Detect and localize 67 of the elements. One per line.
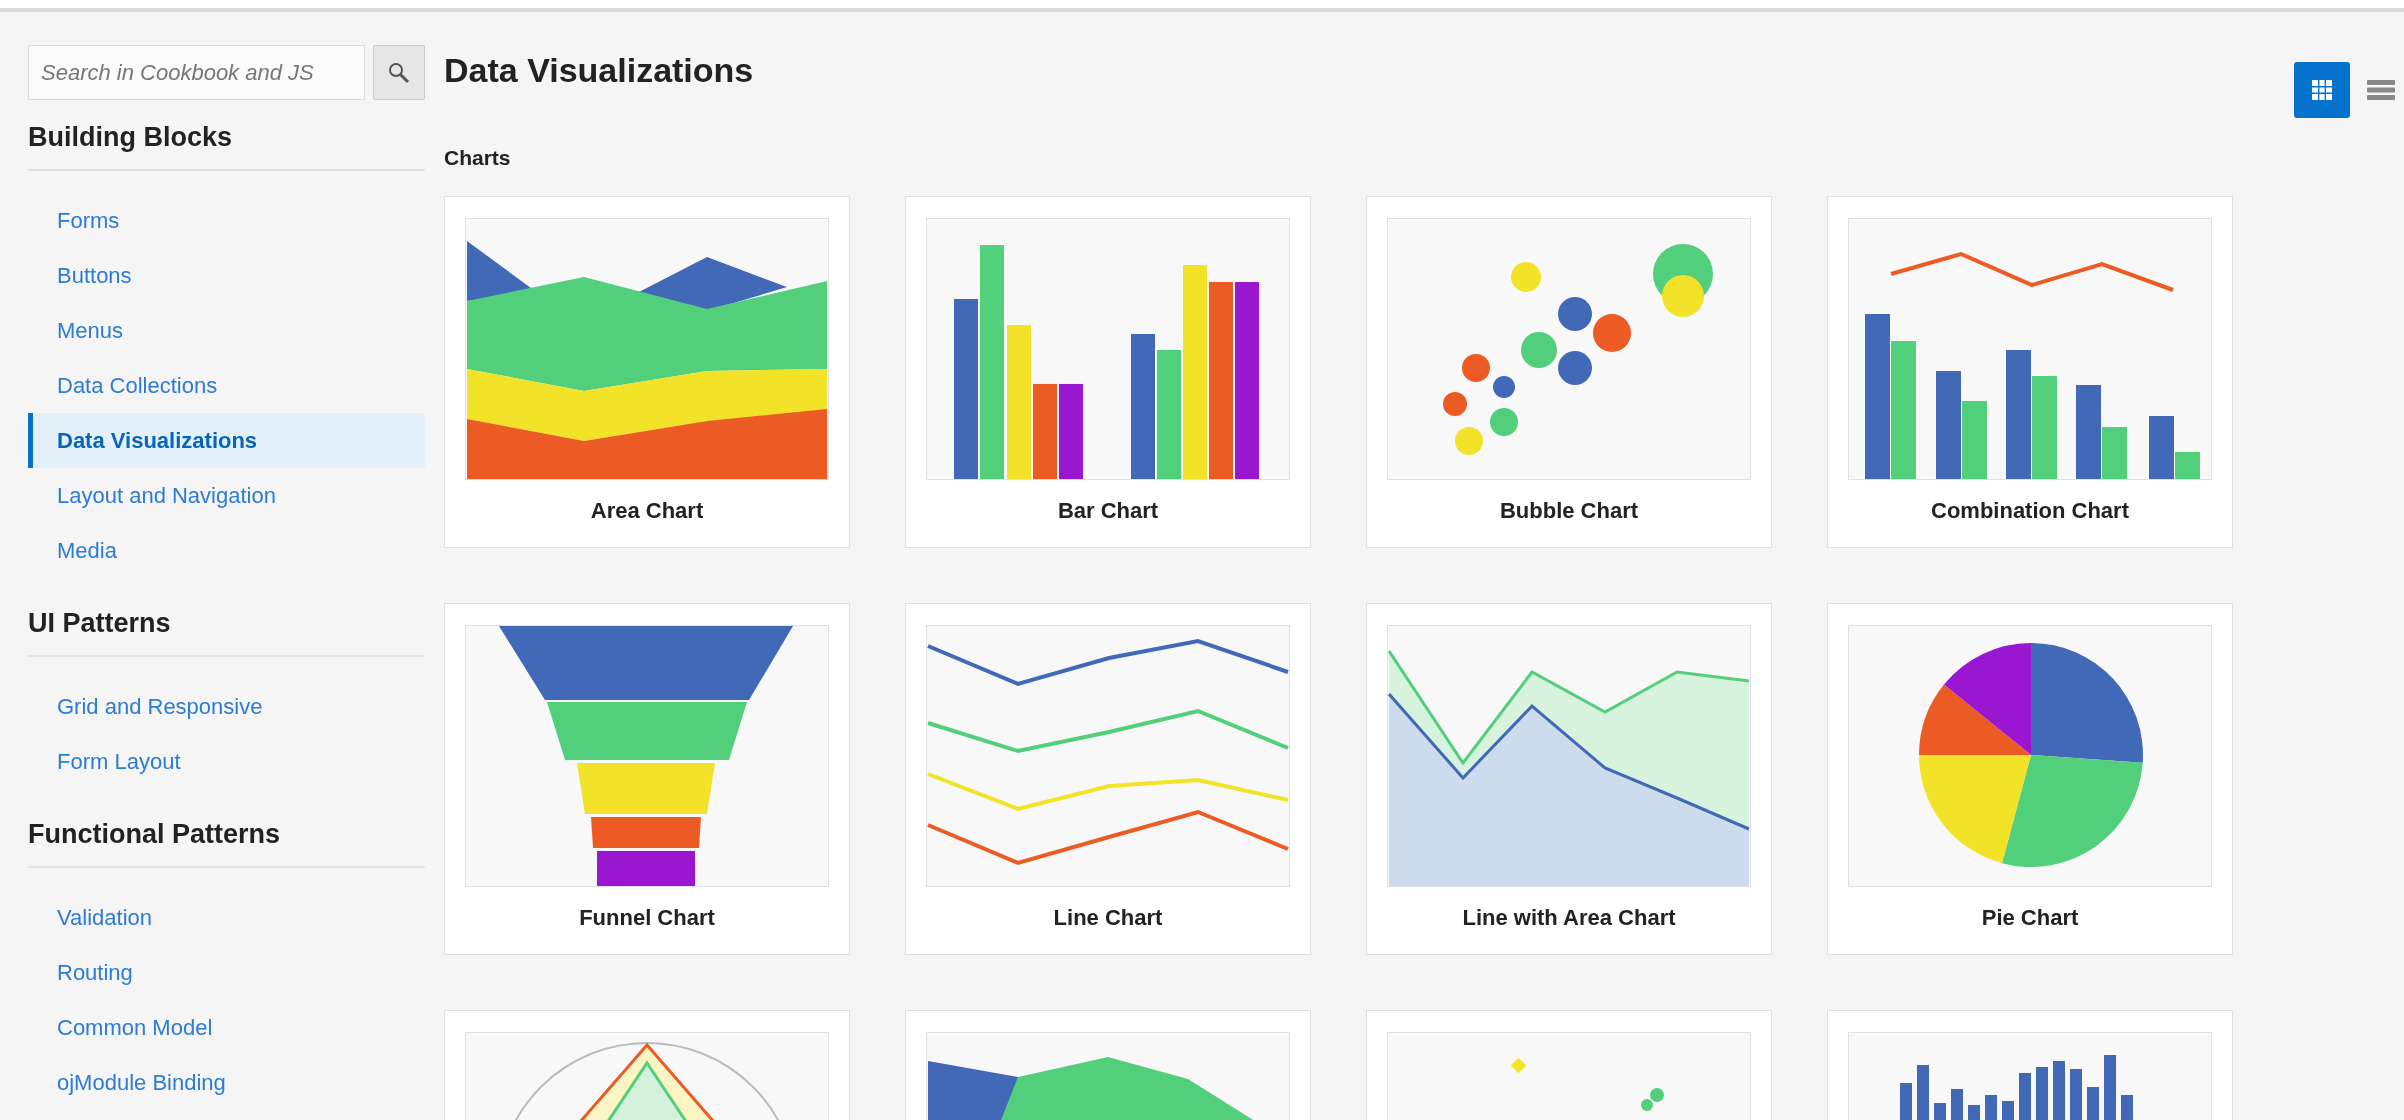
chart-point [1650,1088,1664,1102]
chart-bar [2104,1055,2116,1120]
sidebar-heading: UI Patterns [28,608,172,640]
chart-bar [2087,1087,2099,1120]
chart-bar [2070,1069,2082,1120]
chart-bar [1900,1083,1912,1120]
card-label: Bar Chart [1057,498,1159,524]
chart-bar [2121,1095,2133,1120]
chart-bubble [1662,275,1704,317]
sidebar-item[interactable]: Media [28,523,425,578]
grid-icon [2311,79,2333,101]
chart-bar [2053,1061,2065,1120]
chart-bar [2002,1101,2014,1120]
card-label: Pie Chart [1981,905,2079,931]
grid-view-button[interactable] [2294,62,2350,118]
search-icon [388,61,410,84]
chart-bar [1985,1095,1997,1120]
chart-bubble [1490,408,1518,436]
chart-bar [2036,1067,2048,1120]
chart-bar [1917,1065,1929,1120]
sidebar-heading: Functional Patterns [28,819,282,851]
chart-bubble [1558,351,1592,385]
card-label: Funnel Chart [579,905,715,931]
card-label: Area Chart [590,498,704,524]
search-field[interactable]: Search in Cookbook and JS [28,45,365,100]
chart-bubble [1521,332,1557,368]
card-label: Line Chart [1053,905,1163,931]
chart-card[interactable]: Combination Chart [1827,196,2233,548]
sidebar-item[interactable]: Forms [28,193,425,248]
sidebar-item[interactable]: Data Collections [28,358,425,413]
chart-bubble [1511,262,1541,292]
chart-card[interactable]: Funnel Chart [444,603,850,955]
chart-card[interactable]: Bubble Chart [1366,196,1772,548]
chart-bubble [1443,392,1467,416]
chart-card[interactable]: Area Chart [444,196,850,548]
sidebar-item[interactable]: Grid and Responsive [28,679,425,734]
sidebar-item[interactable]: Layout and Navigation [28,468,425,523]
sidebar-item[interactable]: Form Layout [28,734,425,789]
chart-card[interactable]: Line Chart [905,603,1311,955]
chart-bubble [1593,314,1631,352]
card-label: Bubble Chart [1499,498,1639,524]
chart-card[interactable]: Line with Area Chart [1366,603,1772,955]
list-icon [2367,79,2395,101]
sidebar-heading: Building Blocks [28,122,234,154]
section-title: Charts [444,146,512,170]
sidebar-item[interactable]: ojModule Binding [28,1055,425,1110]
sidebar-item[interactable]: Common Model [28,1000,425,1055]
search-button[interactable] [373,45,425,100]
chart-point [1641,1099,1653,1111]
chart-bar [1934,1103,1946,1120]
chart-bubble [1455,427,1483,455]
chart-card[interactable]: Pie Chart [1827,603,2233,955]
card-label: Combination Chart [1931,498,2129,524]
chart-bubble [1493,376,1515,398]
chart-card[interactable]: Bar Chart [905,196,1311,548]
sidebar-item[interactable]: Routing [28,945,425,1000]
chart-bar [1968,1105,1980,1120]
sidebar-item[interactable]: Menus [28,303,425,358]
sidebar-item[interactable]: Buttons [28,248,425,303]
card-label: Line with Area Chart [1462,905,1676,931]
page-title: Data Visualizations [444,52,754,90]
sidebar-item[interactable]: Data Visualizations [28,413,425,468]
chart-bubble [1558,297,1592,331]
chart-bar [1951,1089,1963,1120]
sidebar-item[interactable]: Validation [28,890,425,945]
chart-bubble [1462,354,1490,382]
chart-bar [2019,1073,2031,1120]
